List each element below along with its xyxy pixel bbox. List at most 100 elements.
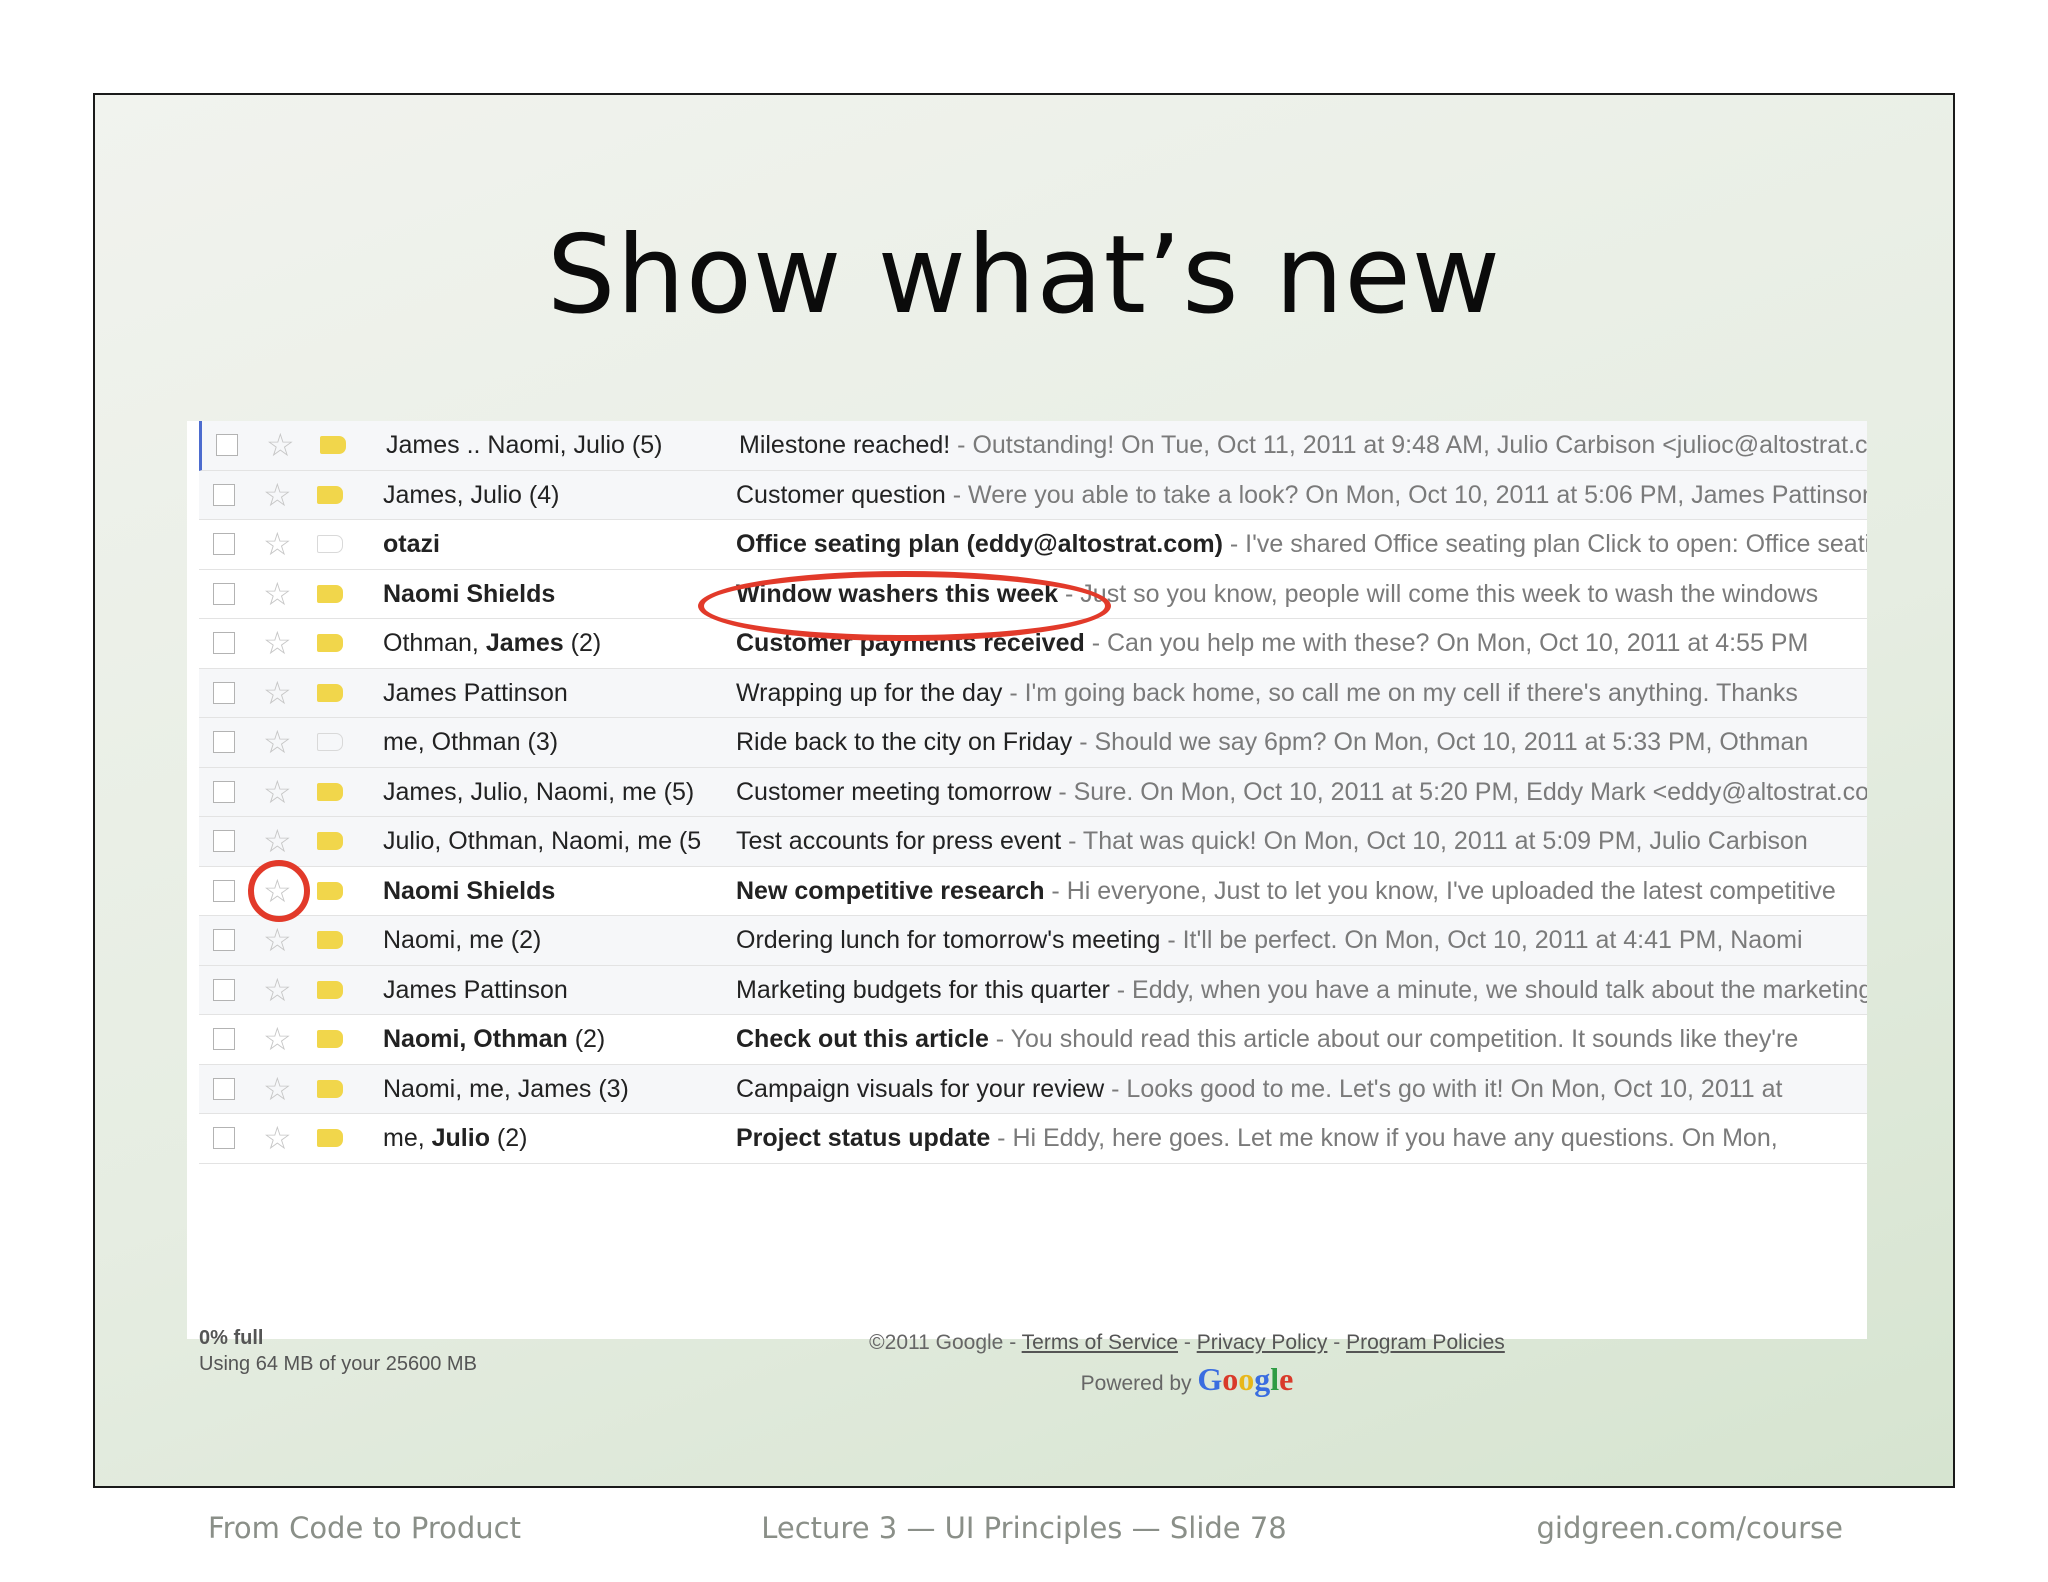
email-snippet: - Should we say 6pm? On Mon, Oct 10, 201…	[1072, 728, 1809, 756]
email-row[interactable]: ☆ Naomi, Othman (2) Check out this article…	[199, 1015, 1867, 1065]
email-subject-line[interactable]: Customer question - Were you able to tak…	[736, 471, 1867, 519]
star-icon[interactable]: ☆	[263, 1019, 292, 1059]
email-row[interactable]: ☆ Naomi, me, James (3) Campaign visuals fo…	[199, 1064, 1867, 1114]
star-icon[interactable]: ☆	[263, 1069, 292, 1109]
email-subject-line[interactable]: Ordering lunch for tomorrow's meeting - …	[736, 916, 1867, 964]
email-snippet: - Outstanding! On Tue, Oct 11, 2011 at 9…	[950, 431, 1867, 459]
email-subject-line[interactable]: Campaign visuals for your review - Looks…	[736, 1065, 1867, 1113]
importance-marker-icon[interactable]	[317, 733, 343, 751]
slide-title: Show what’s new	[546, 213, 1502, 338]
select-checkbox[interactable]	[213, 929, 235, 951]
star-icon[interactable]: ☆	[263, 821, 292, 861]
email-subject: Marketing budgets for this quarter	[736, 975, 1110, 1004]
select-checkbox[interactable]	[213, 830, 235, 852]
importance-marker-icon[interactable]	[320, 436, 346, 454]
copyright-text: ©2011 Google	[869, 1331, 1004, 1354]
importance-marker-icon[interactable]	[317, 881, 343, 900]
importance-marker-icon[interactable]	[317, 485, 343, 504]
select-checkbox[interactable]	[213, 632, 235, 654]
importance-marker-icon[interactable]	[317, 980, 343, 999]
email-subject: New competitive research	[736, 876, 1045, 905]
separator: -	[1003, 1331, 1022, 1354]
email-row[interactable]: ☆ James, Julio, Naomi, me (5) Customer mee…	[199, 767, 1867, 817]
importance-marker-icon[interactable]	[317, 535, 343, 553]
select-checkbox[interactable]	[216, 434, 238, 456]
select-checkbox[interactable]	[213, 483, 235, 506]
star-icon[interactable]: ☆	[263, 772, 292, 812]
privacy-link[interactable]: Privacy Policy	[1197, 1331, 1328, 1354]
email-snippet: - Sure. On Mon, Oct 10, 2011 at 5:20 PM,…	[1051, 777, 1867, 806]
email-sender: Naomi Shields	[383, 876, 556, 905]
email-subject: Test accounts for press event	[736, 827, 1062, 855]
star-icon[interactable]: ☆	[263, 673, 292, 713]
email-row[interactable]: ☆ me, Julio (2) Project status update - Hi…	[199, 1114, 1867, 1164]
email-row[interactable]: ☆ Julio, Othman, Naomi, me (5 Test account…	[199, 817, 1867, 867]
highlight-oval-subject	[698, 571, 1111, 641]
importance-marker-icon[interactable]	[317, 1079, 343, 1098]
email-row[interactable]: ☆ me, Othman (3) Ride back to the city on …	[199, 718, 1867, 768]
star-icon[interactable]: ☆	[263, 574, 292, 614]
email-subject-line[interactable]: Ride back to the city on Friday - Should…	[736, 718, 1867, 766]
star-icon[interactable]: ☆	[266, 425, 295, 465]
email-row[interactable]: ☆ James, Julio (4) Customer question - Wer…	[199, 470, 1867, 520]
email-snippet: - You should read this article about our…	[988, 1025, 1799, 1053]
star-icon[interactable]: ☆	[263, 722, 292, 762]
email-subject-line[interactable]: New competitive research - Hi everyone, …	[736, 867, 1867, 915]
email-sender: Julio, Othman, Naomi, me (5	[383, 827, 702, 855]
star-icon[interactable]: ☆	[263, 475, 292, 515]
gmail-footer: ©2011 Google - Terms of Service - Privac…	[807, 1325, 1567, 1402]
email-row[interactable]: ☆ Naomi, me (2) Ordering lunch for tomorro…	[199, 916, 1867, 966]
highlight-circle-star	[248, 860, 310, 922]
separator: -	[1327, 1331, 1347, 1354]
importance-marker-icon[interactable]	[317, 832, 343, 850]
email-subject-line[interactable]: Milestone reached! - Outstanding! On Tue…	[739, 421, 1867, 469]
email-sender: James Pattinson	[383, 975, 568, 1004]
importance-marker-icon[interactable]	[317, 584, 343, 603]
select-checkbox[interactable]	[213, 978, 235, 1001]
inbox-list: ☆ James .. Naomi, Julio (5) Milestone reac…	[199, 421, 1867, 1164]
select-checkbox[interactable]	[213, 681, 235, 704]
email-snippet: - I'm going back home, so call me on my …	[1002, 678, 1798, 707]
select-checkbox[interactable]	[213, 879, 235, 902]
email-subject-line[interactable]: Customer meeting tomorrow - Sure. On Mon…	[736, 768, 1867, 816]
star-icon[interactable]: ☆	[263, 920, 292, 960]
star-icon[interactable]: ☆	[263, 623, 292, 663]
email-sender: Othman, James (2)	[383, 629, 602, 657]
email-snippet: - Looks good to me. Let's go with it! On…	[1104, 1074, 1783, 1103]
select-checkbox[interactable]	[213, 582, 235, 605]
email-subject-line[interactable]: Test accounts for press event - That was…	[736, 817, 1867, 865]
email-row[interactable]: ☆ otazi Office seating plan (eddy@altostra…	[199, 520, 1867, 570]
email-snippet: - It'll be perfect. On Mon, Oct 10, 2011…	[1160, 926, 1803, 954]
email-row[interactable]: ☆ Naomi Shields New competitive research -…	[199, 866, 1867, 916]
storage-info: 0% full Using 64 MB of your 25600 MB	[199, 1325, 477, 1377]
email-sender: Naomi, me, James (3)	[383, 1074, 629, 1103]
select-checkbox[interactable]	[213, 731, 235, 753]
storage-percent: 0% full	[199, 1327, 264, 1349]
email-subject-line[interactable]: Marketing budgets for this quarter - Edd…	[736, 966, 1867, 1014]
importance-marker-icon[interactable]	[317, 683, 343, 702]
star-icon[interactable]: ☆	[263, 524, 292, 564]
select-checkbox[interactable]	[213, 1077, 235, 1100]
importance-marker-icon[interactable]	[317, 931, 343, 949]
email-row[interactable]: ☆ James .. Naomi, Julio (5) Milestone reac…	[199, 421, 1867, 471]
email-row[interactable]: ☆ James Pattinson Wrapping up for the day …	[199, 668, 1867, 718]
importance-marker-icon[interactable]	[317, 1129, 343, 1147]
select-checkbox[interactable]	[213, 780, 235, 803]
email-row[interactable]: ☆ James Pattinson Marketing budgets for th…	[199, 965, 1867, 1015]
email-subject-line[interactable]: Office seating plan (eddy@altostrat.com)…	[736, 520, 1867, 568]
program-policies-link[interactable]: Program Policies	[1346, 1331, 1505, 1354]
email-subject: Project status update	[736, 1124, 991, 1152]
importance-marker-icon[interactable]	[317, 1030, 343, 1048]
importance-marker-icon[interactable]	[317, 634, 343, 652]
star-icon[interactable]: ☆	[263, 1118, 292, 1158]
email-subject-line[interactable]: Check out this article - You should read…	[736, 1015, 1867, 1063]
star-icon[interactable]: ☆	[263, 970, 292, 1010]
select-checkbox[interactable]	[213, 1028, 235, 1050]
email-subject-line[interactable]: Wrapping up for the day - I'm going back…	[736, 669, 1867, 717]
terms-link[interactable]: Terms of Service	[1022, 1331, 1178, 1354]
select-checkbox[interactable]	[213, 533, 235, 555]
importance-marker-icon[interactable]	[317, 782, 343, 801]
gmail-screenshot: ☆ James .. Naomi, Julio (5) Milestone reac…	[187, 421, 1867, 1397]
email-subject-line[interactable]: Project status update - Hi Eddy, here go…	[736, 1114, 1867, 1162]
select-checkbox[interactable]	[213, 1127, 235, 1149]
